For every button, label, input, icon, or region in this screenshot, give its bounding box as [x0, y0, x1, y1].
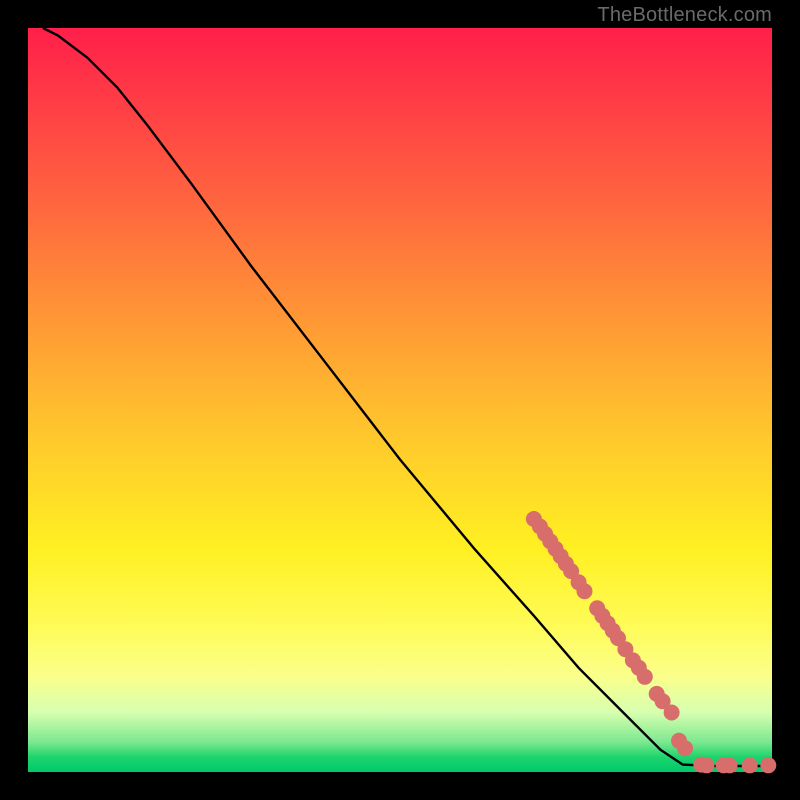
data-marker — [677, 740, 693, 756]
data-marker — [637, 669, 653, 685]
curve-layer — [28, 28, 772, 772]
data-marker — [742, 757, 758, 773]
marker-group — [526, 511, 776, 773]
data-marker — [577, 583, 593, 599]
attribution-text: TheBottleneck.com — [597, 4, 772, 27]
bottleneck-curve — [43, 28, 772, 766]
data-marker — [664, 705, 680, 721]
data-marker — [699, 757, 715, 773]
chart-frame: TheBottleneck.com — [0, 0, 800, 800]
data-marker — [722, 757, 738, 773]
data-marker — [760, 757, 776, 773]
